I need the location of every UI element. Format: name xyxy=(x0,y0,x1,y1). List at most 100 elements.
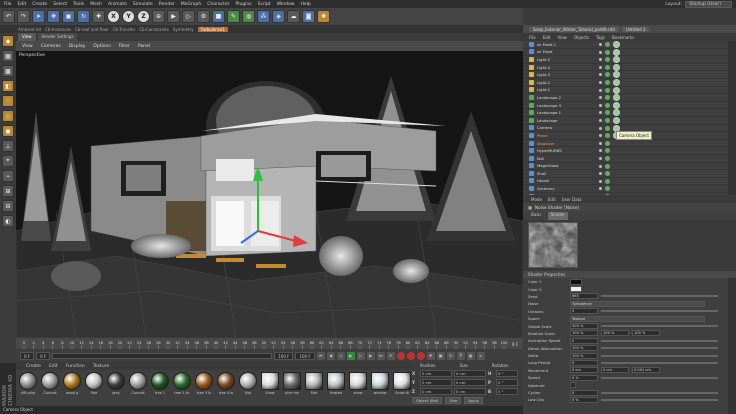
object-row[interactable]: Landscape.1 xyxy=(523,109,728,117)
material-item[interactable]: Concret xyxy=(40,372,60,404)
render-picture-viewer-icon[interactable]: ▷ xyxy=(182,10,195,23)
menu-character[interactable]: Character xyxy=(207,2,229,7)
menu-file[interactable]: File xyxy=(4,2,12,7)
om-menu-file[interactable]: File xyxy=(529,35,536,40)
param-field[interactable]: 0 cm xyxy=(570,367,598,374)
menu-window[interactable]: Window xyxy=(277,2,295,7)
go-to-start-icon[interactable]: ⏮ xyxy=(316,351,325,360)
viewport-menu-options[interactable]: Options xyxy=(93,44,110,49)
material-menu-texture[interactable]: Texture xyxy=(93,364,109,369)
timeline-ruler[interactable]: 0 2 4 6 8 10 12 14 16 18 20 22 24 26 28 30 32 34 36 38 40 42 4… xyxy=(16,338,523,349)
param-field[interactable]: 100 % xyxy=(632,330,660,337)
menu-tools[interactable]: Tools xyxy=(73,2,84,7)
menu-edit[interactable]: Edit xyxy=(18,2,27,7)
material-item[interactable]: tree 2 lin xyxy=(172,372,192,404)
position-z-field[interactable]: 0 cm xyxy=(420,388,452,395)
object-tag-icon[interactable] xyxy=(613,109,620,117)
visibility-dot-icon[interactable] xyxy=(599,141,602,145)
coord-size-dropdown[interactable]: Size xyxy=(445,397,462,404)
param-slider[interactable] xyxy=(601,310,718,313)
next-key-icon[interactable]: ▶ xyxy=(366,351,375,360)
visibility-dot-icon[interactable] xyxy=(599,88,602,92)
preview-start-field[interactable]: 0 F xyxy=(36,351,51,360)
scale-key-icon[interactable]: ▣ xyxy=(436,351,445,360)
cube-primitive-icon[interactable]: ■ xyxy=(212,10,225,23)
visibility-dot-icon[interactable] xyxy=(599,134,602,138)
material-item[interactable]: window xyxy=(370,372,390,404)
material-menu-function[interactable]: Function xyxy=(66,364,85,369)
layout-dropdown[interactable]: Startup (User) xyxy=(685,0,732,8)
menu-animate[interactable]: Animate xyxy=(108,2,127,7)
material-item[interactable]: Mat xyxy=(304,372,324,404)
select-arrow-icon[interactable]: ➤ xyxy=(32,10,45,23)
param-field[interactable]: 0 % xyxy=(570,396,598,403)
visibility-dot-icon[interactable] xyxy=(599,65,602,69)
object-row[interactable]: Greenery xyxy=(523,185,728,193)
enabled-check-icon[interactable] xyxy=(605,110,610,116)
visibility-dot-icon[interactable] xyxy=(599,50,602,54)
loop-icon[interactable]: ⟳ xyxy=(386,351,395,360)
enabled-check-icon[interactable] xyxy=(605,133,610,139)
om-menu-bookmarks[interactable]: Bookmarks xyxy=(612,35,634,40)
visibility-dot-icon[interactable] xyxy=(599,179,602,183)
workplane-icon[interactable]: ◧ xyxy=(2,80,14,92)
param-dropdown[interactable]: Texture xyxy=(570,315,705,322)
material-item[interactable]: tree 4 lo xyxy=(216,372,236,404)
param-field[interactable]: 0 xyxy=(570,389,598,396)
am-menu-user-data[interactable]: User Data xyxy=(562,197,582,202)
menu-mograph[interactable]: MoGraph xyxy=(181,2,201,7)
color-swatch[interactable] xyxy=(570,286,582,293)
tab-roof-floor[interactable]: Cb-roof and floor xyxy=(75,27,109,32)
object-row[interactable]: Null xyxy=(523,155,728,163)
object-row[interactable]: Landscape.3 xyxy=(523,101,728,110)
menu-simulate[interactable]: Simulate xyxy=(133,2,153,7)
play-icon[interactable]: ▶ xyxy=(346,351,355,360)
document-tab-2[interactable]: Untitled 3 xyxy=(621,26,650,32)
object-tag-icon[interactable] xyxy=(613,41,620,48)
material-item[interactable]: tree 3 lo xyxy=(194,372,214,404)
object-row[interactable]: Landscape.2 xyxy=(523,94,728,102)
move-tool-icon[interactable]: ✥ xyxy=(47,10,60,23)
tab-instances[interactable]: Cb-Instances xyxy=(45,27,71,32)
pen-spline-icon[interactable]: ✎ xyxy=(227,10,240,23)
param-field[interactable]: 0 xyxy=(570,359,598,366)
enabled-check-icon[interactable] xyxy=(605,155,610,161)
enabled-check-icon[interactable] xyxy=(605,95,610,101)
viewport-menu-filter[interactable]: Filter xyxy=(119,44,130,49)
visibility-dot-icon[interactable] xyxy=(599,58,602,62)
object-row[interactable]: Displacer xyxy=(523,140,728,148)
visibility-dot-icon[interactable] xyxy=(599,172,602,176)
size-y-field[interactable]: 0 cm xyxy=(454,379,486,386)
coordinate-system-icon[interactable]: ⊕ xyxy=(152,10,165,23)
param-field[interactable]: 0 xyxy=(570,337,598,344)
param-field[interactable]: 0 cm xyxy=(601,367,629,374)
end-frame-field[interactable]: 100 F xyxy=(295,351,315,360)
y-axis-button[interactable]: Y xyxy=(122,10,135,23)
rotation-b-field[interactable]: 0 ° xyxy=(496,388,518,395)
material-item[interactable]: wood g xyxy=(62,372,82,404)
tab-symmetry[interactable]: Symmetry xyxy=(173,27,194,32)
material-item[interactable]: Snow xyxy=(260,372,280,404)
x-axis-button[interactable]: X xyxy=(107,10,120,23)
texture-mode-icon[interactable]: ▩ xyxy=(2,65,14,77)
polygons-mode-icon[interactable]: ◼ xyxy=(2,125,14,137)
param-slider[interactable] xyxy=(601,376,718,379)
object-tag-icon[interactable] xyxy=(613,63,620,71)
viewport-menu-view[interactable]: View xyxy=(22,44,33,49)
deformer-icon[interactable]: ◈ xyxy=(272,10,285,23)
locked-workplane-icon[interactable]: ⊞ xyxy=(2,185,14,197)
material-menu-edit[interactable]: Edit xyxy=(49,364,58,369)
snapping-icon[interactable]: ⌁ xyxy=(2,170,14,182)
object-row[interactable]: Light.2 xyxy=(523,78,728,87)
object-list-scrollbar[interactable] xyxy=(728,41,736,195)
nurbs-icon[interactable]: ◍ xyxy=(242,10,255,23)
viewport-menu-panel[interactable]: Panel xyxy=(138,44,150,49)
size-z-field[interactable]: 0 cm xyxy=(454,388,486,395)
rotation-h-field[interactable]: 0 ° xyxy=(496,370,518,377)
color-swatch[interactable] xyxy=(570,278,582,285)
position-key-icon[interactable]: ✥ xyxy=(426,351,435,360)
undo-icon[interactable]: ↶ xyxy=(2,10,15,23)
render-settings-icon[interactable]: ⚙ xyxy=(197,10,210,23)
param-slider[interactable] xyxy=(601,325,718,328)
param-field[interactable]: 0 % xyxy=(570,374,598,381)
